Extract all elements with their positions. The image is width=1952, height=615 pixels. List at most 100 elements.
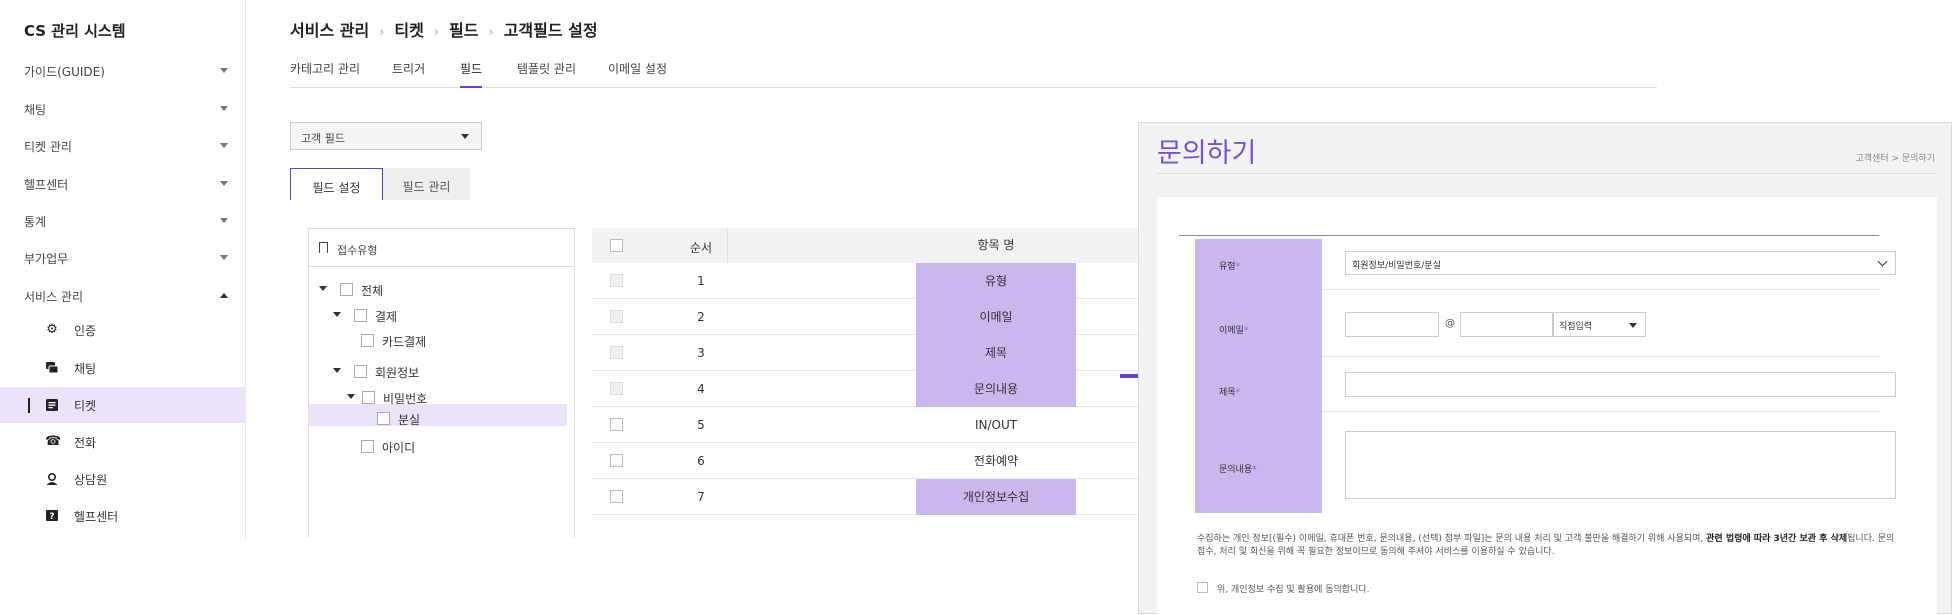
sidebar-subitem-label: 티켓	[74, 399, 97, 413]
chat-icon	[45, 361, 59, 375]
type-select-value: 회원정보/비밀번호/분실	[1352, 261, 1441, 271]
tree-header: 접수유형	[309, 229, 574, 267]
content-textarea[interactable]	[1345, 431, 1896, 499]
row-order: 5	[697, 418, 705, 432]
privacy-agree-checkbox[interactable]	[1197, 582, 1208, 593]
row-checkbox	[610, 382, 623, 395]
tab-template-management[interactable]: 템플릿 관리	[517, 60, 576, 88]
caret-down-icon[interactable]	[333, 312, 341, 317]
row-checkbox[interactable]	[610, 490, 623, 503]
preview-title: 문의하기	[1157, 138, 1257, 169]
sidebar-item-help-center[interactable]: 헬프센터	[24, 176, 228, 198]
tree-header-label: 접수유형	[337, 244, 378, 257]
field-type-select[interactable]: 고객 필드	[290, 122, 482, 150]
tab-field-management[interactable]: 필드 관리	[383, 168, 470, 200]
email-domain-select-value: 직접입력	[1559, 322, 1593, 332]
row-name: 문의내용	[916, 371, 1076, 407]
column-separator	[727, 228, 728, 263]
sidebar-item-ticket-management[interactable]: 티켓 관리	[24, 138, 228, 160]
email-domain-input[interactable]	[1460, 312, 1553, 337]
row-name: 이메일	[916, 299, 1076, 335]
select-all-checkbox[interactable]	[610, 239, 623, 252]
table-row[interactable]: 7 개인정보수집	[592, 479, 1139, 515]
sidebar-subitem-label: 전화	[74, 436, 97, 450]
sidebar-subitem-auth[interactable]: ⚙ 인증	[28, 312, 246, 348]
caret-down-icon[interactable]	[319, 286, 327, 291]
row-name: 전화예약	[973, 454, 1019, 468]
column-header-order: 순서	[689, 241, 713, 255]
tree-checkbox[interactable]	[362, 391, 375, 404]
sidebar-item-label: 서비스 관리	[24, 290, 84, 304]
tab-trigger[interactable]: 트리거	[392, 60, 425, 88]
email-local-input[interactable]	[1345, 312, 1439, 337]
tab-field[interactable]: 필드	[460, 60, 483, 88]
chevron-right-icon: ›	[488, 25, 494, 40]
sidebar-item-label: 부가업무	[24, 252, 69, 266]
table-row[interactable]: 4 문의내용	[592, 371, 1139, 407]
tree-node-label: 전체	[361, 284, 384, 298]
sidebar-subitem-label: 인증	[74, 324, 97, 338]
row-name: IN/OUT	[974, 418, 1018, 432]
table-row[interactable]: 3 제목	[592, 335, 1139, 371]
tree-node-label: 아이디	[382, 441, 416, 455]
tree-node-label: 결제	[375, 310, 398, 324]
chevron-right-icon: ›	[433, 25, 440, 40]
tab-email-settings[interactable]: 이메일 설정	[608, 60, 667, 88]
table-row[interactable]: 6 전화예약	[592, 443, 1139, 479]
tree-checkbox[interactable]	[361, 334, 374, 347]
email-domain-select[interactable]: 직접입력	[1553, 312, 1646, 337]
tree-checkbox[interactable]	[340, 283, 353, 296]
sidebar-subitem-phone[interactable]: ☎ 전화	[28, 424, 246, 460]
sidebar-item-label: 가이드(GUIDE)	[24, 65, 105, 79]
sidebar-item-additional-work[interactable]: 부가업무	[24, 250, 228, 272]
privacy-notice: 수집하는 개인 정보[(필수) 이메일, 휴대폰 번호, 문의내용, (선택) …	[1197, 534, 1895, 557]
sidebar-subitem-ticket[interactable]: 티켓	[0, 387, 246, 423]
chevron-down-icon	[220, 106, 228, 111]
tab-field-settings[interactable]: 필드 설정	[290, 168, 383, 200]
sidebar-subitem-help-center[interactable]: ? 헬프센터	[28, 498, 246, 534]
divider	[1157, 173, 1937, 174]
tree-checkbox[interactable]	[361, 440, 374, 453]
sidebar-subitem-agent[interactable]: 상담원	[28, 461, 246, 497]
tree-selection-highlight	[309, 404, 567, 426]
row-checkbox	[610, 310, 623, 323]
caret-down-icon	[1629, 323, 1637, 328]
row-checkbox[interactable]	[610, 454, 623, 467]
table-row[interactable]: 5 IN/OUT	[592, 407, 1139, 443]
sidebar-subitem-chat[interactable]: 채팅	[28, 350, 246, 386]
gear-icon: ⚙	[46, 322, 58, 337]
breadcrumb-item[interactable]: 서비스 관리	[290, 21, 369, 40]
subject-input[interactable]	[1345, 372, 1896, 397]
row-order: 4	[697, 382, 705, 396]
row-checkbox[interactable]	[610, 418, 623, 431]
form-preview-panel: 문의하기 고객센터 > 문의하기 유형* 이메일* 제목* 문의내용* 회원정보…	[1138, 122, 1952, 615]
tree-checkbox[interactable]	[354, 309, 367, 322]
row-order: 7	[697, 490, 705, 504]
field-type-select-value: 고객 필드	[301, 132, 345, 145]
column-header-name: 항목 명	[977, 238, 1015, 252]
chevron-right-icon: ›	[379, 25, 385, 40]
sidebar-item-guide[interactable]: 가이드(GUIDE)	[24, 63, 228, 85]
sidebar-item-chat[interactable]: 채팅	[24, 101, 228, 123]
breadcrumb-item[interactable]: 티켓	[394, 21, 423, 40]
caret-down-icon[interactable]	[347, 394, 355, 399]
caret-down-icon[interactable]	[333, 368, 341, 373]
breadcrumb-item[interactable]: 필드	[449, 21, 478, 40]
table-row[interactable]: 2 이메일	[592, 299, 1139, 335]
sidebar-item-statistics[interactable]: 통계	[24, 213, 228, 235]
tree-checkbox[interactable]	[354, 365, 367, 378]
sidebar-item-service-management[interactable]: 서비스 관리	[24, 288, 228, 310]
sidebar-item-label: 헬프센터	[24, 178, 69, 192]
table-row[interactable]: 1 유형	[592, 263, 1139, 299]
phone-icon: ☎	[45, 434, 62, 449]
privacy-agree-label: 위, 개인정보 수집 및 활용에 동의합니다.	[1217, 585, 1370, 595]
chevron-up-icon	[220, 293, 228, 298]
label-email: 이메일*	[1219, 326, 1249, 336]
tree-checkbox[interactable]	[377, 412, 390, 425]
svg-text:?: ?	[49, 512, 54, 522]
tab-category-management[interactable]: 카테고리 관리	[290, 60, 360, 88]
app-title: CS 관리 시스템	[24, 22, 126, 40]
preview-breadcrumb: 고객센터 > 문의하기	[1855, 154, 1935, 164]
type-select[interactable]: 회원정보/비밀번호/분실	[1345, 251, 1896, 275]
tree-node-label: 비밀번호	[383, 392, 428, 406]
